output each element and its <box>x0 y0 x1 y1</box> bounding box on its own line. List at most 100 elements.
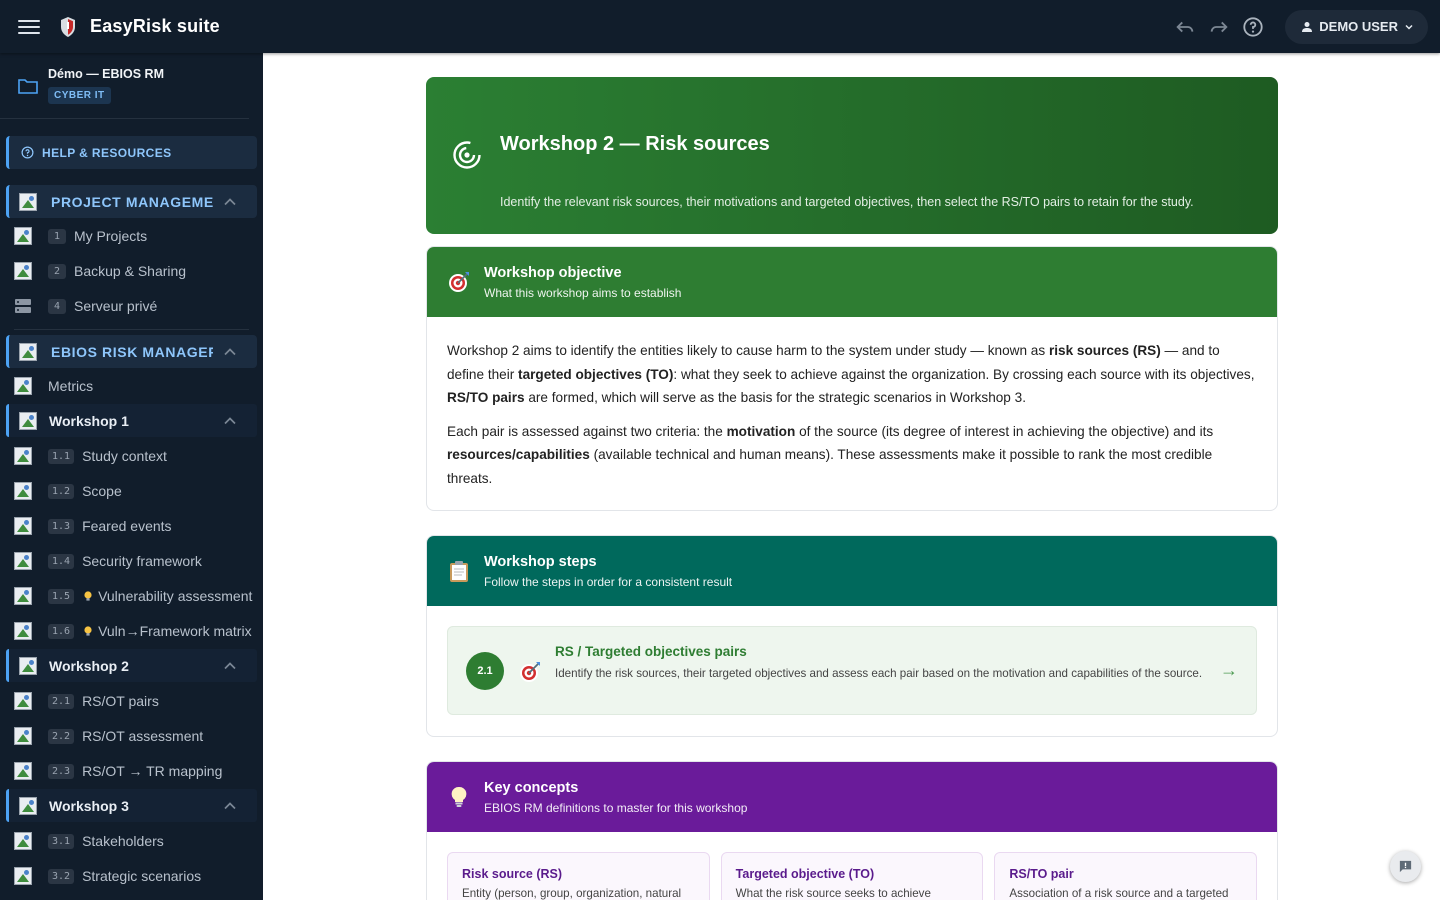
sidebar-workshop-2[interactable]: Workshop 2 <box>6 649 257 682</box>
step-item-rs-to-pairs[interactable]: 2.1 RS / Targeted objectives pairs Ident… <box>447 626 1257 715</box>
workshop-objective-card: Workshop objective What this workshop ai… <box>426 246 1278 511</box>
sidebar-workshop-1[interactable]: Workshop 1 <box>6 404 257 437</box>
nav-label: Feared events <box>82 518 172 534</box>
section-label: EBIOS RISK MANAGER <box>51 343 213 360</box>
help-resources-button[interactable]: HELP & RESOURCES <box>6 136 257 169</box>
text-run: Each pair is assessed against two criter… <box>447 423 727 439</box>
text-run: of the source (its degree of interest in… <box>795 423 1214 439</box>
undo-icon[interactable] <box>1173 15 1197 39</box>
sidebar-item-strategic-scenarios[interactable]: 3.2 Strategic scenarios <box>14 861 201 891</box>
sidebar-item-my-projects[interactable]: 1 My Projects <box>14 221 147 251</box>
nav-number-badge: 2.1 <box>48 693 75 709</box>
card-subtitle: EBIOS RM definitions to master for this … <box>484 800 748 815</box>
workshop-label: Workshop 3 <box>49 797 129 814</box>
chevron-up-icon <box>224 802 236 810</box>
sidebar-item-vulnerability-assessment[interactable]: 1.5 Vulnerability assessment <box>14 581 252 611</box>
nav-number-badge: 2.2 <box>48 728 75 744</box>
concept-description: What the risk source seeks to achieve <box>735 887 931 900</box>
term-resources-capabilities: resources/capabilities <box>447 447 590 462</box>
concept-risk-source: Risk source (RS) Entity (person, group, … <box>447 852 710 900</box>
card-header: Key concepts EBIOS RM definitions to mas… <box>427 762 1277 832</box>
broken-image-icon <box>14 692 32 710</box>
card-title: Key concepts <box>484 779 579 796</box>
nav-number-badge: 4 <box>48 298 66 314</box>
step-number-badge: 2.1 <box>466 652 504 690</box>
server-icon <box>15 299 31 313</box>
chevron-up-icon <box>224 417 236 425</box>
nav-label: Vulnerability assessment <box>98 588 253 604</box>
sidebar-item-rs-ot-tr-mapping[interactable]: 2.3 RS/OT → TR mapping <box>14 756 222 786</box>
nav-label: RS/OT pairs <box>82 693 159 709</box>
page-subtitle: Identify the relevant risk sources, thei… <box>500 195 1194 209</box>
nav-label: Vuln→Framework matrix <box>98 623 252 639</box>
sidebar-item-private-server[interactable]: 4 Serveur privé <box>14 291 157 321</box>
nav-label: Strategic scenarios <box>82 868 202 884</box>
broken-image-icon <box>14 832 32 850</box>
arrow-right-icon[interactable]: → <box>1220 660 1238 681</box>
nav-number-badge: 1.3 <box>48 518 75 534</box>
nav-label: Study context <box>82 448 167 464</box>
concept-title: RS/TO pair <box>1009 867 1074 881</box>
concepts-grid: Risk source (RS) Entity (person, group, … <box>427 832 1277 900</box>
term-risk-sources: risk sources (RS) <box>1048 343 1161 358</box>
nav-number-badge: 1.1 <box>48 448 75 464</box>
sidebar-item-feared-events[interactable]: 1.3 Feared events <box>14 511 172 541</box>
workshop-hero-banner: Workshop 2 — Risk sources Identify the r… <box>426 77 1278 234</box>
chat-icon <box>1399 860 1412 873</box>
dart-target-icon <box>449 272 469 292</box>
sidebar-item-stakeholders[interactable]: 3.1 Stakeholders <box>14 826 164 856</box>
broken-image-icon <box>14 727 32 745</box>
dart-target-icon <box>520 662 540 682</box>
project-selector[interactable]: Démo — EBIOS RM CYBER IT <box>0 53 249 119</box>
sidebar-item-study-context[interactable]: 1.1 Study context <box>14 441 167 471</box>
concept-rs-to-pair: RS/TO pair Association of a risk source … <box>994 852 1258 900</box>
help-circle-icon[interactable] <box>1241 15 1265 39</box>
user-menu-button[interactable]: DEMO USER <box>1285 9 1428 44</box>
nav-number-badge: 1.6 <box>48 623 75 639</box>
nav-label: Backup & Sharing <box>74 263 187 279</box>
text-run: are formed, which will serve as the basi… <box>524 390 1026 405</box>
lightbulb-icon <box>84 591 92 601</box>
concept-title: Risk source (RS) <box>462 867 563 881</box>
redo-icon[interactable] <box>1207 15 1231 39</box>
nav-number-badge: 2.3 <box>48 763 75 779</box>
objective-paragraph-2: Each pair is assessed against two criter… <box>447 420 1257 491</box>
sidebar-item-scope[interactable]: 1.2 Scope <box>14 476 122 506</box>
term-motivation: motivation <box>726 423 796 439</box>
shield-logo-icon <box>61 16 75 37</box>
broken-image-icon <box>14 867 32 885</box>
sidebar-item-backup-sharing[interactable]: 2 Backup & Sharing <box>14 256 186 286</box>
radar-target-icon <box>453 141 481 169</box>
project-tag-badge: CYBER IT <box>48 87 111 104</box>
chat-feedback-button[interactable] <box>1390 851 1421 882</box>
top-bar: EasyRisk suite DEMO USER <box>0 0 1440 53</box>
term-rs-to-pairs: RS/TO pairs <box>447 390 525 405</box>
folder-icon <box>18 78 38 94</box>
chevron-up-icon <box>224 198 236 206</box>
workshop-label: Workshop 1 <box>49 412 129 429</box>
nav-number-badge: 2 <box>48 263 66 279</box>
hamburger-menu-icon[interactable] <box>18 19 40 34</box>
nav-label: Scope <box>82 483 122 499</box>
section-ebios-risk-manager[interactable]: EBIOS RISK MANAGER <box>6 335 257 368</box>
sidebar-item-metrics[interactable]: Metrics <box>14 371 93 401</box>
nav-label: Metrics <box>48 378 94 394</box>
workshop-label: Workshop 2 <box>49 657 129 674</box>
nav-number-badge: 1.2 <box>48 483 75 499</box>
broken-image-icon <box>14 262 32 280</box>
nav-label: Serveur privé <box>74 298 158 314</box>
help-resources-label: HELP & RESOURCES <box>42 145 172 160</box>
page-title: Workshop 2 — Risk sources <box>500 133 770 155</box>
key-concepts-card: Key concepts EBIOS RM definitions to mas… <box>426 761 1278 900</box>
sidebar-item-security-framework[interactable]: 1.4 Security framework <box>14 546 202 576</box>
broken-image-icon <box>14 622 32 640</box>
clipboard-icon <box>450 561 468 582</box>
sidebar-item-rs-ot-pairs[interactable]: 2.1 RS/OT pairs <box>14 686 159 716</box>
nav-label: RS/OT assessment <box>82 728 204 744</box>
sidebar-item-rs-ot-assessment[interactable]: 2.2 RS/OT assessment <box>14 721 203 751</box>
sidebar-item-vuln-framework-matrix[interactable]: 1.6 Vuln→Framework matrix <box>14 616 252 646</box>
sidebar-workshop-3[interactable]: Workshop 3 <box>6 789 257 822</box>
section-project-management[interactable]: PROJECT MANAGEMENT <box>6 185 257 218</box>
chevron-up-icon <box>224 348 236 356</box>
broken-image-icon <box>14 227 32 245</box>
